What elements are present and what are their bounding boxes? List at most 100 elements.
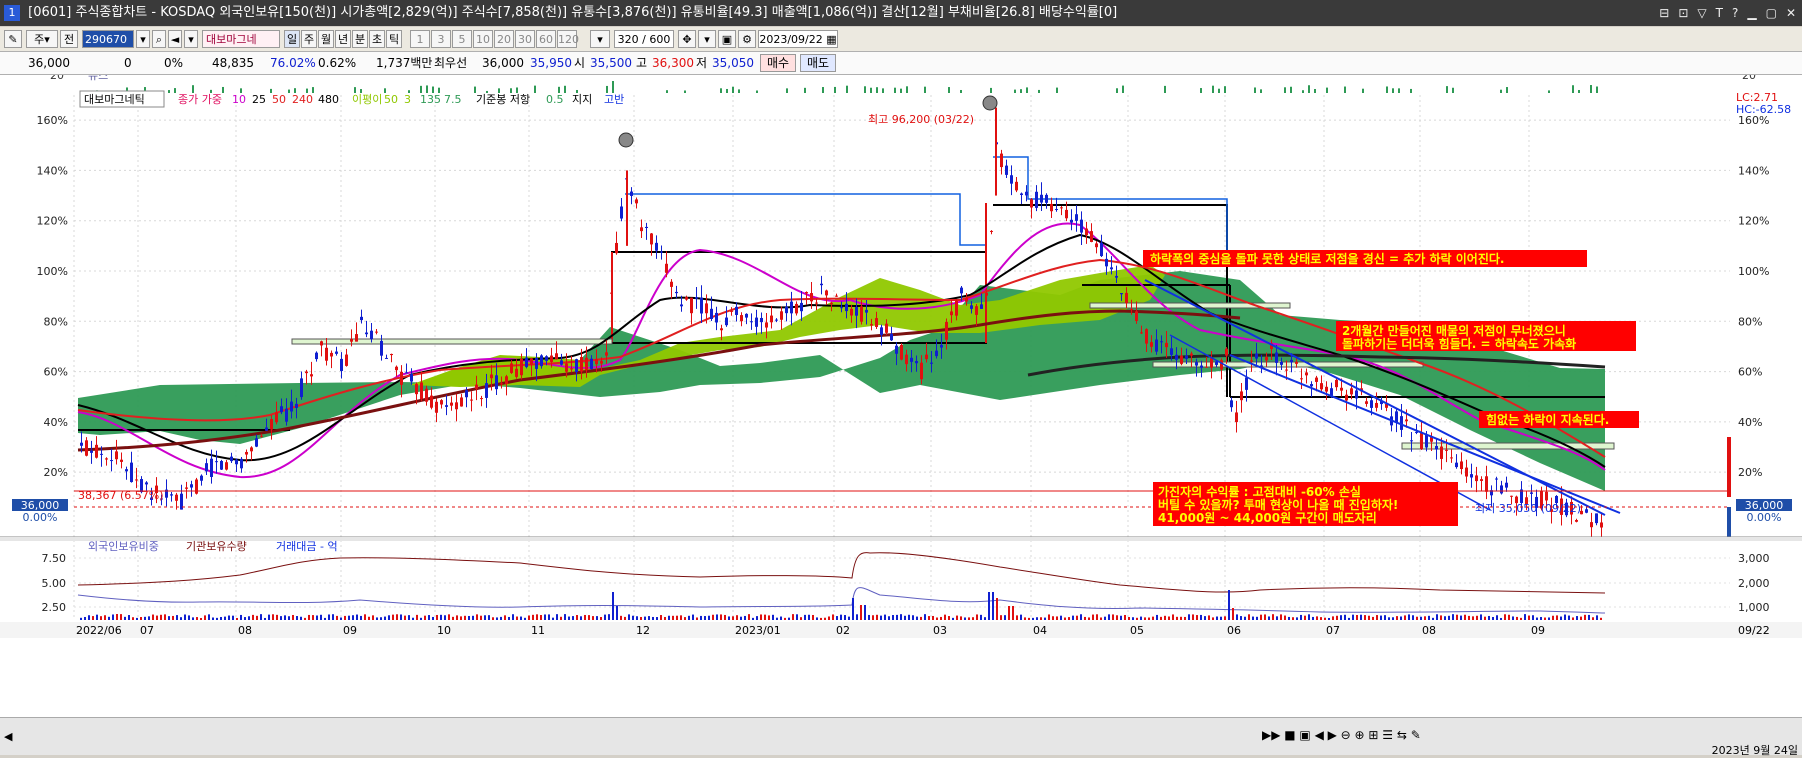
chevron-down-icon[interactable]: ▾ [184,30,198,48]
search-icon[interactable]: ⌕ [152,30,166,48]
volume-bar [1412,615,1414,620]
candle-body [590,358,593,370]
playback-controls[interactable]: ▶▶ ■ ▣ ◀ ▶ ⊖ ⊕ ⊞ ☰ ⇆ ✎ [1262,728,1662,744]
volume-bar [684,617,686,620]
volume-bar [1036,617,1038,620]
volume-bar [484,615,486,620]
news-bar [1056,87,1058,93]
x-tick-8: 02 [836,624,850,637]
candle-body [765,322,768,328]
volume-bar [896,614,898,620]
tool-chevron-icon[interactable]: ▾ [698,30,716,48]
stock-name-field[interactable]: 대보마그네 [202,30,280,48]
window-control-1[interactable]: ⊡ [1678,0,1688,26]
candle-body [1395,411,1398,423]
edit-icon[interactable]: ✎ [4,30,22,48]
candle-body [920,362,923,380]
x-tick-2: 08 [238,624,252,637]
candle-body [110,460,113,462]
candle-body [1455,462,1458,468]
volume-bar [1168,616,1170,620]
chart-area[interactable]: 20 20 뉴스 대보마그네틱 종가 가중 10 25 50 240 480 이평이 50 3 13… [0,69,1802,717]
volume-bar [1448,615,1450,620]
news-bar [924,86,926,93]
legend-item-14: 지지 [572,93,592,106]
x-tick-15: 09 [1531,624,1545,637]
candle-body [1205,366,1208,368]
window-control-4[interactable]: ? [1732,0,1738,26]
volume-bar [1452,614,1454,620]
stock-code-input[interactable]: 290670 [82,30,134,48]
legend-item-9: 3 [404,93,411,106]
volume-bar [1188,614,1190,620]
minute-60[interactable]: 60 [536,30,556,48]
volume-bar [384,616,386,620]
period-3[interactable]: 년 [335,30,351,48]
minute-20[interactable]: 20 [494,30,514,48]
candle-body [650,233,653,245]
news-bar [786,88,788,93]
save-icon[interactable]: ▣ [718,30,736,48]
candle-body [970,305,973,309]
candle-body [400,371,403,385]
period-4[interactable]: 분 [352,30,368,48]
window-control-6[interactable]: ▢ [1766,0,1777,26]
period-1[interactable]: 주 [301,30,317,48]
x-tick-10: 04 [1033,624,1047,637]
sub-tick-left-2: 2.50 [42,601,67,614]
minute-3[interactable]: 3 [431,30,451,48]
volume-bar [992,592,994,620]
volume-bar [900,614,902,620]
minute-5[interactable]: 5 [452,30,472,48]
news-bar [174,88,176,93]
tool-cross-icon[interactable]: ✥ [678,30,696,48]
volume-bar [1548,617,1550,620]
prev-button[interactable]: 전 [60,30,78,48]
period-0[interactable]: 일 [284,30,300,48]
candle-body [350,339,353,342]
volume-bar [816,617,818,620]
buy-button[interactable]: 매수 [760,54,797,72]
period-5[interactable]: 초 [369,30,385,48]
candle-body [505,376,508,384]
date-field[interactable]: 2023/09/22 ▦ [758,30,838,48]
candle-body [100,453,103,455]
candle-body [780,311,783,320]
minute-120[interactable]: 120 [557,30,579,48]
volume-bar [168,616,170,620]
window-controls[interactable]: ⊟ ⊡ ▽ T? ▁ ▢ ✕ [1650,0,1796,27]
volume-bar [216,617,218,620]
volume-bar [356,614,358,620]
window-control-2[interactable]: ▽ [1697,0,1706,26]
sell-button[interactable]: 매도 [800,54,837,72]
period-6[interactable]: 틱 [386,30,402,48]
scroll-left-icon[interactable]: ◀ [4,730,12,743]
speaker-icon[interactable]: ◄ [168,30,182,48]
volume-bar [880,615,882,620]
gear-icon[interactable]: ⚙ [738,30,756,48]
minute-1[interactable]: 1 [410,30,430,48]
candle-body [255,438,258,447]
minute-30[interactable]: 30 [515,30,535,48]
volume-bar [1336,615,1338,620]
window-control-3[interactable]: T [1716,0,1723,26]
code-dropdown-icon[interactable]: ▾ [136,30,150,48]
period-2[interactable]: 월 [318,30,334,48]
y-tick-right-40: 40% [1738,416,1762,429]
volume-bar [1276,616,1278,620]
candle-body [755,317,758,327]
volume-bar [276,614,278,620]
volume-bar [1100,617,1102,620]
minute-10[interactable]: 10 [473,30,493,48]
window-control-7[interactable]: ✕ [1786,0,1796,26]
current-pct-left: 0.00% [23,511,58,524]
window-control-5[interactable]: ▁ [1747,0,1756,26]
more-dropdown-icon[interactable]: ▾ [590,30,610,48]
stock-chart[interactable]: 20 20 뉴스 대보마그네틱 종가 가중 10 25 50 240 480 이평이 50 3 13… [0,69,1802,717]
news-bar [612,81,614,93]
data-count-field[interactable]: 320 / 600 [614,30,674,48]
volume-bar [1376,615,1378,620]
candle-body [265,427,268,431]
market-select[interactable]: 주▾ [26,30,58,48]
window-control-0[interactable]: ⊟ [1659,0,1669,26]
